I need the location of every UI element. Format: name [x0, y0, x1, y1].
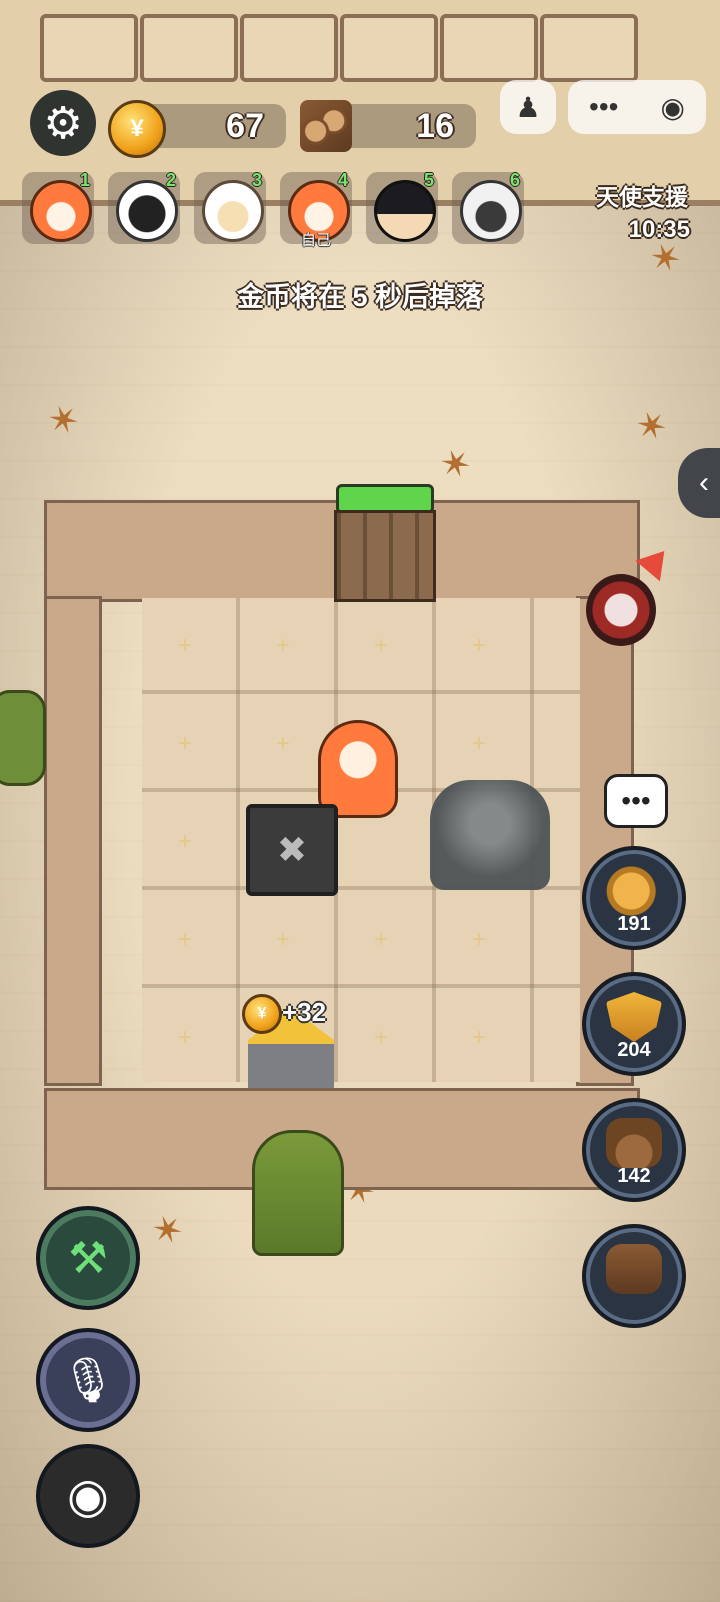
build-slot-plus-icon[interactable]: + — [472, 926, 486, 954]
settings-button[interactable]: ⚙ — [30, 90, 96, 156]
joystick-icon: ♟ — [515, 91, 541, 123]
chevron-left-icon: ‹ — [699, 466, 709, 499]
pig-bank-icon — [606, 866, 662, 916]
microphone-icon: 🎙 — [60, 1356, 116, 1405]
tools-icon: ⚒ — [68, 1233, 108, 1283]
pig-bank-button[interactable]: 191 — [582, 846, 686, 950]
build-slot-plus-icon[interactable]: + — [178, 632, 192, 660]
mini-program-game-button[interactable]: ♟ — [500, 80, 556, 134]
player-slot[interactable]: 5 — [366, 170, 438, 244]
gold-gain-popup: +32 — [282, 997, 327, 1027]
more-options-icon[interactable]: ••• — [589, 91, 618, 123]
player-number: 4 — [337, 170, 348, 190]
crossbow-trap[interactable]: ✖ — [246, 804, 338, 896]
mini-program-capsule[interactable]: ••• ◉ — [568, 80, 706, 134]
player-number: 1 — [79, 170, 90, 190]
shield-button[interactable]: 204 — [582, 972, 686, 1076]
poop-icon — [606, 1118, 662, 1168]
wooden-door[interactable] — [334, 510, 436, 602]
close-target-icon[interactable]: ◉ — [661, 91, 685, 124]
player-number: 2 — [165, 170, 176, 190]
gold-coin-icon: ¥ — [242, 994, 282, 1034]
build-slot-plus-icon[interactable]: + — [276, 632, 290, 660]
enemy-skull-marker[interactable] — [586, 574, 656, 646]
player-number: 3 — [251, 170, 262, 190]
tools-button[interactable]: ⚒ — [36, 1206, 140, 1310]
game-scene: ✶ ✶ ✶ ✶ ✶ ✶ ✶ ⚙ 67 ¥ 16 ♟ ••• ◉ 1 2 3 4 — [0, 0, 720, 1602]
dry-leaf-decoration: ✶ — [145, 1205, 191, 1257]
poop-button[interactable]: 142 — [582, 1098, 686, 1202]
player-slot[interactable]: 3 — [194, 170, 266, 244]
self-tag: 自己 — [300, 232, 331, 249]
microphone-button[interactable]: 🎙 — [36, 1328, 140, 1432]
chat-bubble-icon: ••• — [621, 785, 651, 816]
cactus-icon — [0, 690, 46, 786]
build-slot-plus-icon[interactable]: + — [374, 926, 388, 954]
wood-amount: 16 — [416, 106, 454, 145]
build-slot-plus-icon[interactable]: + — [472, 730, 486, 758]
room-wall-left — [44, 596, 102, 1086]
gold-coin-icon: ¥ — [108, 100, 166, 158]
angel-support-label: 天使支援 — [596, 184, 688, 210]
build-slot-plus-icon[interactable]: + — [178, 1024, 192, 1052]
boots-button[interactable] — [582, 1224, 686, 1328]
dry-leaf-decoration: ✶ — [433, 439, 479, 491]
build-slot-plus-icon[interactable]: + — [472, 632, 486, 660]
build-slot-plus-icon[interactable]: + — [276, 926, 290, 954]
angel-statue[interactable] — [430, 780, 550, 890]
build-slot-plus-icon[interactable]: + — [374, 1024, 388, 1052]
shield-icon — [606, 992, 662, 1042]
build-slot-plus-icon[interactable]: + — [472, 1024, 486, 1052]
pig-bank-count: 191 — [617, 913, 651, 935]
dry-leaf-decoration: ✶ — [41, 395, 87, 447]
shield-count: 204 — [617, 1039, 651, 1061]
player-slot-self[interactable]: 4 自己 — [280, 170, 352, 249]
boots-icon — [606, 1244, 662, 1294]
build-slot-plus-icon[interactable]: + — [374, 632, 388, 660]
dry-leaf-decoration: ✶ — [629, 401, 675, 453]
build-slot-plus-icon[interactable]: + — [276, 730, 290, 758]
player-slot[interactable]: 2 — [108, 170, 180, 244]
settings-icon: ⚙ — [43, 98, 83, 148]
poop-count: 142 — [617, 1165, 651, 1187]
gold-amount: 67 — [226, 106, 264, 145]
cactus-icon — [252, 1130, 344, 1256]
player-number: 5 — [423, 170, 434, 190]
player-number: 6 — [509, 170, 520, 190]
coin-drop-notice: 金币将在 5 秒后掉落 — [236, 282, 484, 312]
view-button[interactable]: ◉ — [36, 1444, 140, 1548]
player-slot[interactable]: 6 — [452, 170, 524, 244]
enemy-direction-pointer — [635, 540, 677, 582]
side-panel-toggle[interactable]: ‹ — [678, 448, 720, 518]
chat-button[interactable]: ••• — [604, 774, 668, 828]
game-timer: 10:35 — [628, 216, 690, 243]
eye-icon: ◉ — [67, 1470, 109, 1523]
wood-logs-icon — [300, 100, 352, 152]
crossbow-icon: ✖ — [276, 829, 308, 870]
build-slot-plus-icon[interactable]: + — [178, 926, 192, 954]
build-slot-plus-icon[interactable]: + — [178, 730, 192, 758]
player-slot[interactable]: 1 — [22, 170, 94, 244]
build-slot-plus-icon[interactable]: + — [178, 828, 192, 856]
